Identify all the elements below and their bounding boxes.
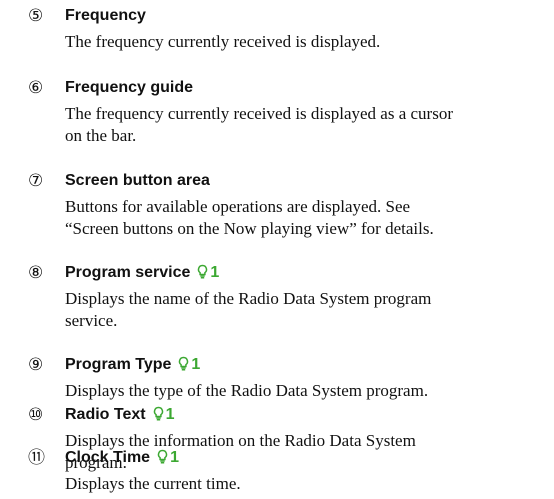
- item-number: ⑤: [28, 6, 44, 26]
- lightbulb-note-icon: [157, 449, 168, 464]
- item-description: The frequency currently received is disp…: [65, 104, 453, 145]
- note-badge: 1: [196, 263, 219, 283]
- item-title: Radio Text 1: [65, 405, 175, 425]
- item-description: Buttons for available operations are dis…: [65, 197, 434, 238]
- item-description: The frequency currently received is disp…: [65, 32, 381, 51]
- item-title: Frequency guide: [65, 79, 194, 96]
- note-badge: 1: [152, 405, 175, 425]
- item-title: Clock Time 1: [65, 448, 179, 468]
- lightbulb-note-icon: [198, 264, 208, 279]
- item-title: Frequency: [65, 7, 146, 24]
- note-badge: 1: [156, 448, 179, 468]
- manual-page: ⑤ Frequency The frequency currently rece…: [0, 0, 554, 499]
- note-badge: 1: [177, 355, 200, 375]
- lightbulb-note-icon: [153, 406, 163, 421]
- item-number: ⑦: [28, 171, 44, 191]
- item-title: Program service 1: [65, 263, 220, 283]
- item-number: ⑧: [28, 263, 44, 283]
- item-description: Displays the current time.: [65, 474, 241, 493]
- item-number: ⑩: [28, 405, 44, 425]
- item-description: Displays the name of the Radio Data Syst…: [65, 289, 432, 330]
- item-title: Screen button area: [65, 172, 210, 189]
- item-number: ⑪: [28, 448, 45, 468]
- item-title: Program Type 1: [65, 355, 201, 375]
- item-number: ⑨: [28, 355, 44, 375]
- lightbulb-note-icon: [179, 356, 189, 371]
- item-description: Displays the type of the Radio Data Syst…: [65, 381, 429, 400]
- item-number: ⑥: [28, 78, 44, 98]
